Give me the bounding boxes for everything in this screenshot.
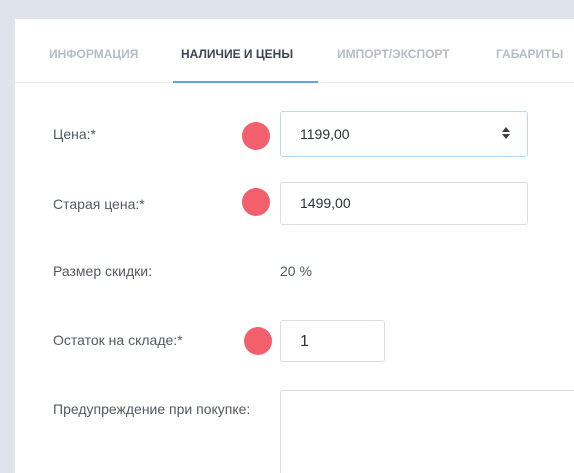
stock-label: Остаток на складе:* [53, 332, 183, 348]
price-input-value: 1199,00 [300, 126, 350, 142]
required-marker-old-price [242, 188, 270, 216]
stock-input-value: 1 [300, 333, 309, 350]
purchase-warning-textarea[interactable] [280, 390, 574, 473]
price-label: Цена:* [53, 126, 96, 142]
spinner-up-arrow-icon[interactable] [502, 127, 510, 132]
required-marker-price [242, 122, 270, 150]
spinner-down-arrow-icon[interactable] [502, 134, 510, 139]
old-price-input-value: 1499,00 [300, 195, 351, 211]
price-spinner-icon[interactable] [499, 124, 513, 142]
stock-input[interactable]: 1 [280, 320, 385, 362]
old-price-label: Старая цена:* [53, 196, 145, 212]
discount-value: 20 % [280, 263, 312, 279]
purchase-warning-label: Предупреждение при покупке: [53, 401, 251, 417]
tab-import-export[interactable]: ИМПОРТ/ЭКСПОРТ [337, 47, 450, 61]
active-tab-indicator [173, 81, 318, 83]
old-price-input[interactable]: 1499,00 [280, 182, 528, 225]
tab-availability-prices[interactable]: НАЛИЧИЕ И ЦЕНЫ [181, 47, 293, 61]
product-edit-panel: ИНФОРМАЦИЯ НАЛИЧИЕ И ЦЕНЫ ИМПОРТ/ЭКСПОРТ… [14, 18, 574, 473]
required-marker-stock [244, 327, 272, 355]
tab-dimensions[interactable]: ГАБАРИТЫ [496, 47, 563, 61]
tab-bar: ИНФОРМАЦИЯ НАЛИЧИЕ И ЦЕНЫ ИМПОРТ/ЭКСПОРТ… [15, 19, 574, 83]
price-input[interactable]: 1199,00 [280, 111, 528, 157]
tab-information[interactable]: ИНФОРМАЦИЯ [49, 47, 138, 61]
discount-label: Размер скидки: [53, 263, 152, 279]
